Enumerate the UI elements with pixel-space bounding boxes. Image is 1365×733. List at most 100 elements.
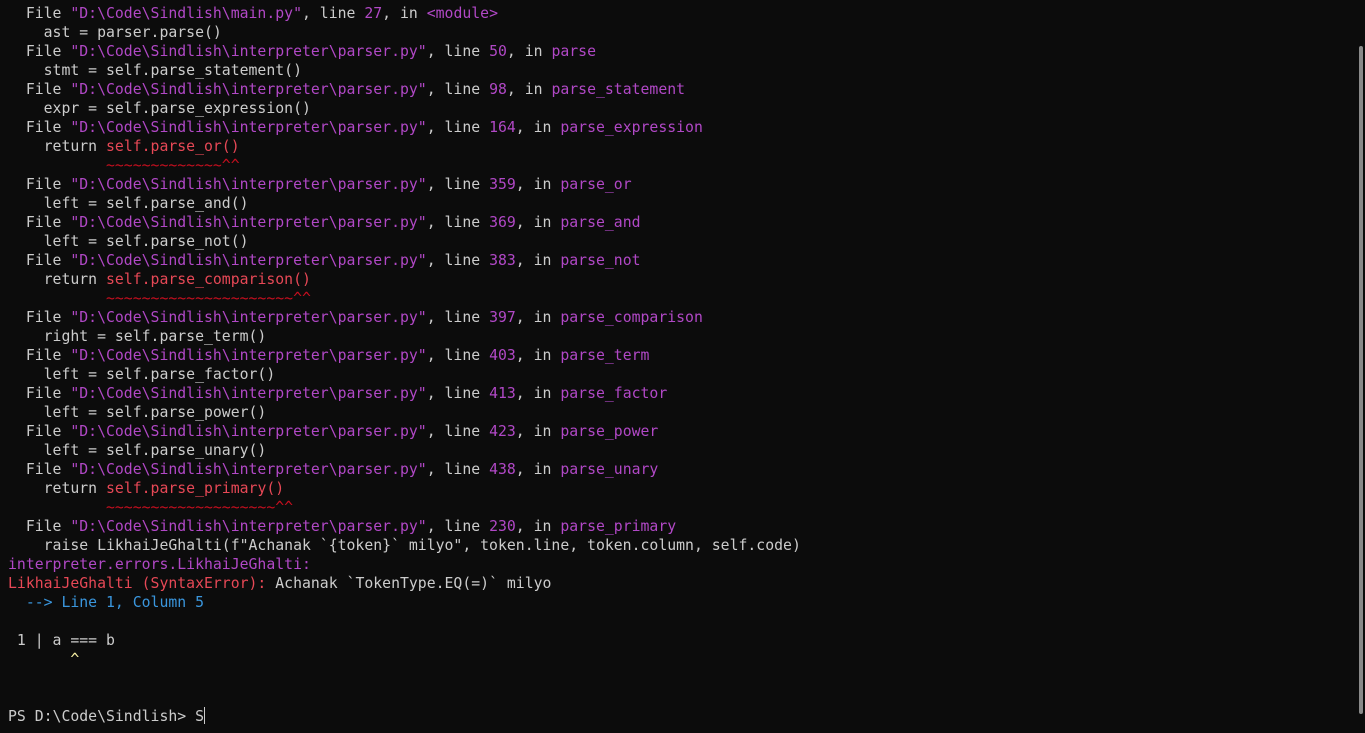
trace-in-label: , in bbox=[515, 252, 561, 269]
trace-line-number: 383 bbox=[489, 252, 516, 269]
trace-code-line: return self.parse_primary() bbox=[8, 479, 1357, 498]
trace-file-label: File bbox=[8, 252, 71, 269]
trace-code-line: stmt = self.parse_statement() bbox=[8, 61, 1357, 80]
trace-line-label: , line bbox=[426, 252, 490, 269]
trace-file-path: "D:\Code\Sindlish\interpreter\parser.py" bbox=[70, 347, 427, 364]
trace-function-name: <module> bbox=[426, 5, 498, 22]
trace-line-number: 403 bbox=[489, 347, 516, 364]
trace-function-name: parse_comparison bbox=[560, 309, 703, 326]
trace-code-line: left = self.parse_power() bbox=[8, 403, 1357, 422]
trace-file-path: "D:\Code\Sindlish\interpreter\parser.py" bbox=[70, 385, 427, 402]
trace-function-name: parse bbox=[551, 43, 596, 60]
trace-file-label: File bbox=[8, 385, 71, 402]
trace-underline-marks: ~~~~~~~~~~~~~^^ bbox=[8, 157, 240, 174]
trace-code: stmt = self.parse_statement() bbox=[8, 62, 302, 79]
error-message: Achanak `TokenType.EQ(=)` milyo bbox=[266, 575, 552, 592]
trace-function-name: parse_not bbox=[560, 252, 641, 269]
trace-line-label: , line bbox=[426, 423, 490, 440]
trace-line-number: 423 bbox=[489, 423, 516, 440]
trace-in-label: , in bbox=[515, 385, 561, 402]
trace-code-line: right = self.parse_term() bbox=[8, 327, 1357, 346]
trace-file-line: File "D:\Code\Sindlish\interpreter\parse… bbox=[8, 251, 1357, 270]
error-line: LikhaiJeGhalti (SyntaxError): Achanak `T… bbox=[8, 574, 1357, 593]
trace-file-path: "D:\Code\Sindlish\interpreter\parser.py" bbox=[70, 43, 427, 60]
trace-code: left = self.parse_and() bbox=[8, 195, 249, 212]
trace-line-number: 369 bbox=[489, 214, 516, 231]
trace-code: right = self.parse_term() bbox=[8, 328, 267, 345]
trace-file-label: File bbox=[8, 309, 71, 326]
trace-code-line: left = self.parse_not() bbox=[8, 232, 1357, 251]
trace-line-label: , line bbox=[426, 81, 490, 98]
trace-code-line: return self.parse_or() bbox=[8, 137, 1357, 156]
scrollbar[interactable] bbox=[1357, 0, 1365, 733]
trace-line-number: 359 bbox=[489, 176, 516, 193]
trace-file-line: File "D:\Code\Sindlish\interpreter\parse… bbox=[8, 118, 1357, 137]
prompt-line[interactable]: PS D:\Code\Sindlish> S bbox=[8, 707, 1357, 726]
trace-line-label: , line bbox=[426, 347, 490, 364]
traceback: File "D:\Code\Sindlish\main.py", line 27… bbox=[8, 4, 1357, 555]
terminal-output[interactable]: File "D:\Code\Sindlish\main.py", line 27… bbox=[0, 0, 1357, 733]
trace-file-label: File bbox=[8, 518, 71, 535]
trace-file-path: "D:\Code\Sindlish\main.py" bbox=[70, 5, 302, 22]
location-text: Line 1, Column 5 bbox=[61, 594, 204, 611]
trace-in-label: , in bbox=[515, 119, 561, 136]
trace-line-label: , line bbox=[426, 309, 490, 326]
trace-code: left = self.parse_unary() bbox=[8, 442, 267, 459]
trace-code: return bbox=[8, 271, 106, 288]
trace-code: left = self.parse_power() bbox=[8, 404, 267, 421]
location-arrow: --> bbox=[8, 594, 62, 611]
trace-function-name: parse_unary bbox=[560, 461, 659, 478]
trace-file-line: File "D:\Code\Sindlish\interpreter\parse… bbox=[8, 384, 1357, 403]
trace-code-line: raise LikhaiJeGhalti(f"Achanak `{token}`… bbox=[8, 536, 1357, 555]
trace-code: expr = self.parse_expression() bbox=[8, 100, 311, 117]
trace-function-name: parse_statement bbox=[551, 81, 686, 98]
trace-file-label: File bbox=[8, 214, 71, 231]
trace-underline-marks: ~~~~~~~~~~~~~~~~~~~^^ bbox=[8, 499, 294, 516]
trace-file-line: File "D:\Code\Sindlish\interpreter\parse… bbox=[8, 517, 1357, 536]
trace-line-number: 413 bbox=[489, 385, 516, 402]
trace-in-label: , in bbox=[515, 461, 561, 478]
caret-marker: ^ bbox=[70, 651, 80, 668]
trace-code: raise LikhaiJeGhalti(f"Achanak `{token}`… bbox=[8, 537, 801, 554]
trace-underline: ~~~~~~~~~~~~~~~~~~~~~^^ bbox=[8, 289, 1357, 308]
scrollbar-thumb[interactable] bbox=[1359, 46, 1363, 714]
prompt-input[interactable]: S bbox=[195, 708, 204, 725]
trace-in-label: , in bbox=[515, 518, 561, 535]
exception-class-line: interpreter.errors.LikhaiJeGhalti: bbox=[8, 555, 1357, 574]
trace-file-label: File bbox=[8, 43, 71, 60]
trace-function-name: parse_expression bbox=[560, 119, 703, 136]
exception-class: interpreter.errors.LikhaiJeGhalti: bbox=[8, 556, 311, 573]
trace-function-name: parse_power bbox=[560, 423, 659, 440]
trace-line-label: , line bbox=[426, 461, 490, 478]
trace-underline: ~~~~~~~~~~~~~~~~~~~^^ bbox=[8, 498, 1357, 517]
trace-code-line: left = self.parse_unary() bbox=[8, 441, 1357, 460]
trace-file-path: "D:\Code\Sindlish\interpreter\parser.py" bbox=[70, 214, 427, 231]
location-line: --> Line 1, Column 5 bbox=[8, 593, 1357, 612]
trace-line-number: 27 bbox=[364, 5, 383, 22]
trace-file-line: File "D:\Code\Sindlish\interpreter\parse… bbox=[8, 422, 1357, 441]
trace-file-label: File bbox=[8, 119, 71, 136]
trace-function-name: parse_primary bbox=[560, 518, 677, 535]
trace-file-path: "D:\Code\Sindlish\interpreter\parser.py" bbox=[70, 518, 427, 535]
trace-file-line: File "D:\Code\Sindlish\interpreter\parse… bbox=[8, 213, 1357, 232]
trace-code: return bbox=[8, 138, 106, 155]
trace-file-label: File bbox=[8, 176, 71, 193]
trace-underline-marks: ~~~~~~~~~~~~~~~~~~~~~^^ bbox=[8, 290, 311, 307]
trace-file-label: File bbox=[8, 423, 71, 440]
trace-code-highlight: self.parse_or() bbox=[106, 138, 240, 155]
trace-line-number: 230 bbox=[489, 518, 516, 535]
trace-line-number: 98 bbox=[489, 81, 507, 98]
trace-in-label: , in bbox=[515, 214, 561, 231]
trace-file-line: File "D:\Code\Sindlish\interpreter\parse… bbox=[8, 80, 1357, 99]
trace-line-label: , line bbox=[426, 385, 490, 402]
trace-file-path: "D:\Code\Sindlish\interpreter\parser.py" bbox=[70, 81, 427, 98]
trace-file-line: File "D:\Code\Sindlish\interpreter\parse… bbox=[8, 460, 1357, 479]
trace-in-label: , in bbox=[515, 176, 561, 193]
trace-file-line: File "D:\Code\Sindlish\interpreter\parse… bbox=[8, 308, 1357, 327]
text-cursor bbox=[204, 707, 205, 724]
trace-code: left = self.parse_not() bbox=[8, 233, 249, 250]
trace-line-label: , line bbox=[301, 5, 365, 22]
